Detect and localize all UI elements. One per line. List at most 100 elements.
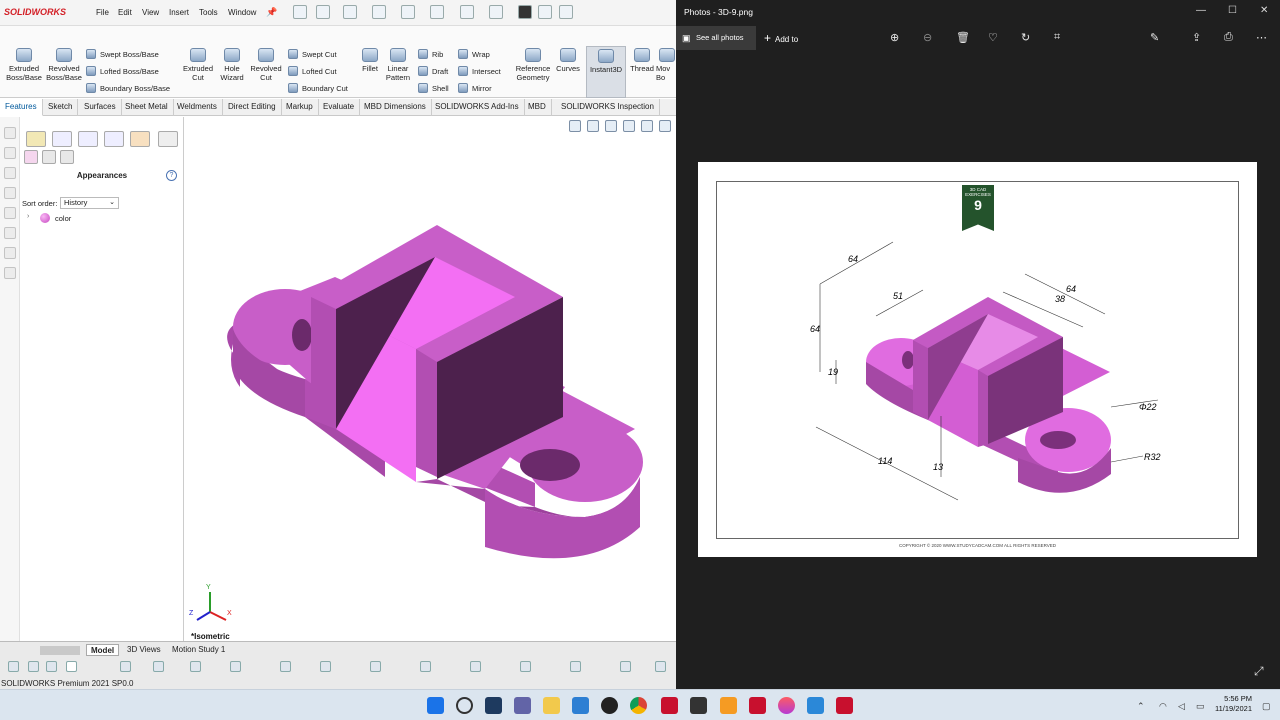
tab-mbd-dimensions[interactable]: MBD Dimensions [359, 99, 432, 116]
measure-icon[interactable] [230, 661, 241, 672]
draft-button[interactable]: Draft [418, 65, 448, 78]
sketch-offset-icon[interactable] [4, 247, 16, 259]
tab-markup[interactable]: Markup [281, 99, 319, 116]
thread-button[interactable]: Thread [627, 48, 657, 73]
redo-icon[interactable] [460, 5, 474, 19]
tab-solidworks-add-ins[interactable]: SOLIDWORKS Add-Ins [430, 99, 525, 116]
intersect-button[interactable]: Intersect [458, 65, 501, 78]
sketch-fillet-icon[interactable] [4, 207, 16, 219]
section-icon[interactable] [280, 661, 291, 672]
appearance-icon[interactable] [24, 150, 38, 164]
expand-arrow-icon[interactable]: › [27, 213, 29, 220]
render-icon[interactable] [520, 661, 531, 672]
filter-icon[interactable] [8, 661, 19, 672]
maximize-icon[interactable]: ☐ [1228, 5, 1237, 16]
print-icon[interactable] [401, 5, 415, 19]
close-icon[interactable]: ✕ [1260, 5, 1268, 16]
display-manager-icon[interactable] [130, 131, 150, 147]
tree-item-color[interactable]: color [55, 214, 71, 223]
reference-geometry-button[interactable]: Reference Geometry [513, 48, 553, 82]
add-to-button[interactable]: + Add to [764, 26, 798, 52]
boundary-cut-button[interactable]: Boundary Cut [288, 82, 348, 95]
tab-weldments[interactable]: Weldments [172, 99, 223, 116]
graphics-viewport[interactable]: Y X Z *Isometric [185, 117, 676, 641]
clock[interactable]: 5:56 PM 11/19/2021 [1212, 694, 1252, 714]
more-options-icon[interactable]: ⋯ [1256, 31, 1267, 44]
select-arrow-icon[interactable] [66, 661, 77, 672]
extruded-boss-button[interactable]: Extruded Boss/Base [4, 48, 44, 82]
autocad-icon[interactable] [661, 697, 678, 714]
tab-evaluate[interactable]: Evaluate [318, 99, 361, 116]
file-properties-icon[interactable] [538, 5, 552, 19]
edit-appearance-icon[interactable] [420, 661, 431, 672]
apply-scene-icon[interactable] [470, 661, 481, 672]
file-explorer-icon[interactable] [543, 697, 560, 714]
filter-faces-icon[interactable] [46, 661, 57, 672]
revolved-cut-button[interactable]: Revolved Cut [246, 48, 286, 82]
chrome-icon[interactable] [630, 697, 647, 714]
sort-order-select[interactable]: History ⌄ [60, 197, 119, 209]
start-icon[interactable] [427, 697, 444, 714]
teams-chat-icon[interactable] [514, 697, 531, 714]
home-icon[interactable] [293, 5, 307, 19]
help-icon[interactable]: ? [166, 170, 177, 181]
shell-button[interactable]: Shell [418, 82, 449, 95]
store-icon[interactable] [572, 697, 589, 714]
options-gear-icon[interactable] [559, 5, 573, 19]
tab-sheet-metal[interactable]: Sheet Metal [120, 99, 174, 116]
revolved-boss-button[interactable]: Revolved Boss/Base [44, 48, 84, 82]
curves-button[interactable]: Curves [554, 48, 582, 73]
swept-boss-button[interactable]: Swept Boss/Base [86, 48, 159, 61]
inkscape-icon[interactable] [690, 697, 707, 714]
sketch-circle-icon[interactable] [4, 147, 16, 159]
filter-edges-icon[interactable] [28, 661, 39, 672]
favorite-icon[interactable]: ♡ [988, 31, 998, 44]
decal-icon[interactable] [42, 150, 56, 164]
camera-icon[interactable] [570, 661, 581, 672]
new-document-icon[interactable] [316, 5, 330, 19]
spell-check-icon[interactable] [655, 661, 666, 672]
displayed-image[interactable]: 3D CAD EXERCISES 9 64 51 64 38 64 19 114… [698, 162, 1257, 557]
smart-dimension-icon[interactable] [120, 661, 131, 672]
minimize-icon[interactable]: — [1196, 5, 1206, 16]
see-all-photos-button[interactable]: ▣ See all photos [676, 26, 756, 50]
crop-icon[interactable]: ⌗ [1054, 31, 1060, 44]
tab-features[interactable]: Features [0, 99, 43, 116]
linear-pattern-button[interactable]: Linear Pattern [381, 48, 415, 82]
swept-cut-button[interactable]: Swept Cut [288, 48, 337, 61]
tab-surfaces[interactable]: Surfaces [79, 99, 122, 116]
instant3d-button[interactable]: Instant3D [586, 46, 626, 98]
wifi-icon[interactable]: ◠ [1159, 701, 1167, 712]
relations-icon[interactable] [190, 661, 201, 672]
property-manager-icon[interactable] [78, 131, 98, 147]
sketch-trim-icon[interactable] [4, 227, 16, 239]
rib-button[interactable]: Rib [418, 48, 443, 61]
view-icon[interactable] [320, 661, 331, 672]
volume-icon[interactable]: ◁ [1178, 701, 1185, 712]
tab-model[interactable]: Model [86, 644, 120, 656]
menu-tools[interactable]: Tools [199, 8, 218, 17]
photos-app-icon[interactable] [807, 697, 824, 714]
move-body-button[interactable]: Mov Bo [656, 48, 678, 82]
design-library-icon[interactable] [26, 131, 46, 147]
print-icon[interactable]: ⎙ [1224, 31, 1233, 44]
solidworks-taskbar-icon[interactable] [749, 697, 766, 714]
tab-scroll-buttons[interactable] [40, 646, 80, 655]
tab-mbd[interactable]: MBD [523, 99, 552, 116]
obs-icon[interactable] [601, 697, 618, 714]
solidworks-2-icon[interactable] [836, 697, 853, 714]
fusion-icon[interactable] [720, 697, 737, 714]
search-icon[interactable] [456, 697, 473, 714]
select-icon[interactable] [489, 5, 503, 19]
feature-tree-icon[interactable] [52, 131, 72, 147]
tab-direct-editing[interactable]: Direct Editing [223, 99, 282, 116]
delete-icon[interactable]: 🗑 [956, 31, 970, 44]
task-view-icon[interactable] [485, 697, 502, 714]
menu-view[interactable]: View [142, 8, 159, 17]
show-hidden-icons[interactable]: ⌃ [1137, 701, 1145, 712]
battery-icon[interactable]: ▭ [1196, 701, 1205, 712]
undo-icon[interactable] [430, 5, 444, 19]
traffic-light-icon[interactable] [518, 5, 532, 19]
rotate-icon[interactable]: ↻ [1021, 31, 1030, 44]
mirror-button[interactable]: Mirror [458, 82, 492, 95]
